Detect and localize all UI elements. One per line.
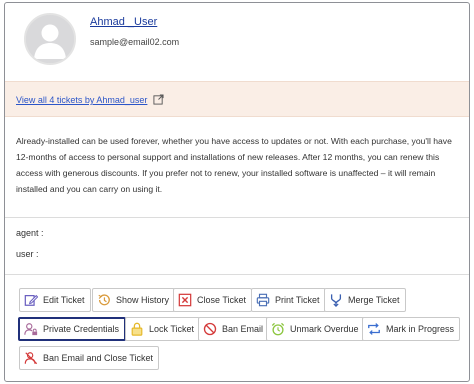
- ban-email-close-ticket-label: Ban Email and Close Ticket: [43, 353, 154, 363]
- progress-arrows-icon: [368, 323, 380, 335]
- edit-ticket-label: Edit Ticket: [43, 295, 85, 305]
- ban-email-button[interactable]: Ban Email: [198, 317, 270, 341]
- lock-icon: [131, 322, 143, 336]
- show-history-label: Show History: [116, 295, 170, 305]
- user-header: Ahmad _User sample@email02.com: [5, 3, 469, 81]
- ticket-user-panel: Ahmad _User sample@email02.com View all …: [4, 2, 470, 382]
- lock-ticket-label: Lock Ticket: [149, 324, 195, 334]
- ticket-description: Already-installed can be used forever, w…: [16, 136, 452, 194]
- user-name-link[interactable]: Ahmad _User: [90, 16, 157, 28]
- unmark-overdue-label: Unmark Overdue: [290, 324, 359, 334]
- close-ticket-label: Close Ticket: [197, 295, 247, 305]
- merge-ticket-button[interactable]: Merge Ticket: [324, 288, 406, 312]
- user-email: sample@email02.com: [90, 37, 180, 47]
- history-icon: [98, 294, 110, 306]
- external-link-icon[interactable]: [153, 94, 164, 105]
- user-lock-icon: [24, 323, 38, 336]
- private-credentials-button[interactable]: Private Credentials: [18, 317, 127, 341]
- user-ban-icon: [24, 352, 38, 365]
- merge-icon: [330, 294, 342, 307]
- edit-icon: [24, 294, 38, 306]
- user-silhouette-icon: [26, 15, 74, 63]
- mark-in-progress-label: Mark in Progress: [386, 324, 455, 334]
- printer-icon: [256, 293, 270, 307]
- divider: [5, 217, 469, 218]
- ban-icon: [203, 322, 217, 336]
- view-all-tickets-link[interactable]: View all 4 tickets by Ahmad_user: [16, 95, 147, 105]
- avatar: [24, 13, 76, 65]
- lock-ticket-button[interactable]: Lock Ticket: [125, 317, 201, 341]
- private-credentials-label: Private Credentials: [43, 324, 120, 334]
- unmark-overdue-button[interactable]: Unmark Overdue: [266, 317, 365, 341]
- edit-ticket-button[interactable]: Edit Ticket: [19, 288, 91, 312]
- mark-in-progress-button[interactable]: Mark in Progress: [362, 317, 461, 341]
- close-ticket-button[interactable]: Close Ticket: [173, 288, 253, 312]
- divider: [5, 274, 469, 275]
- tickets-bar: View all 4 tickets by Ahmad_user: [5, 81, 469, 117]
- ban-email-label: Ban Email: [222, 324, 264, 334]
- agent-label: agent :: [16, 228, 44, 238]
- alarm-clock-icon: [271, 322, 285, 336]
- print-ticket-button[interactable]: Print Ticket: [251, 288, 326, 312]
- print-ticket-label: Print Ticket: [275, 295, 320, 305]
- user-label: user :: [16, 249, 39, 259]
- ban-email-close-ticket-button[interactable]: Ban Email and Close Ticket: [19, 346, 160, 370]
- merge-ticket-label: Merge Ticket: [348, 295, 400, 305]
- close-box-icon: [178, 293, 192, 307]
- show-history-button[interactable]: Show History: [92, 288, 176, 312]
